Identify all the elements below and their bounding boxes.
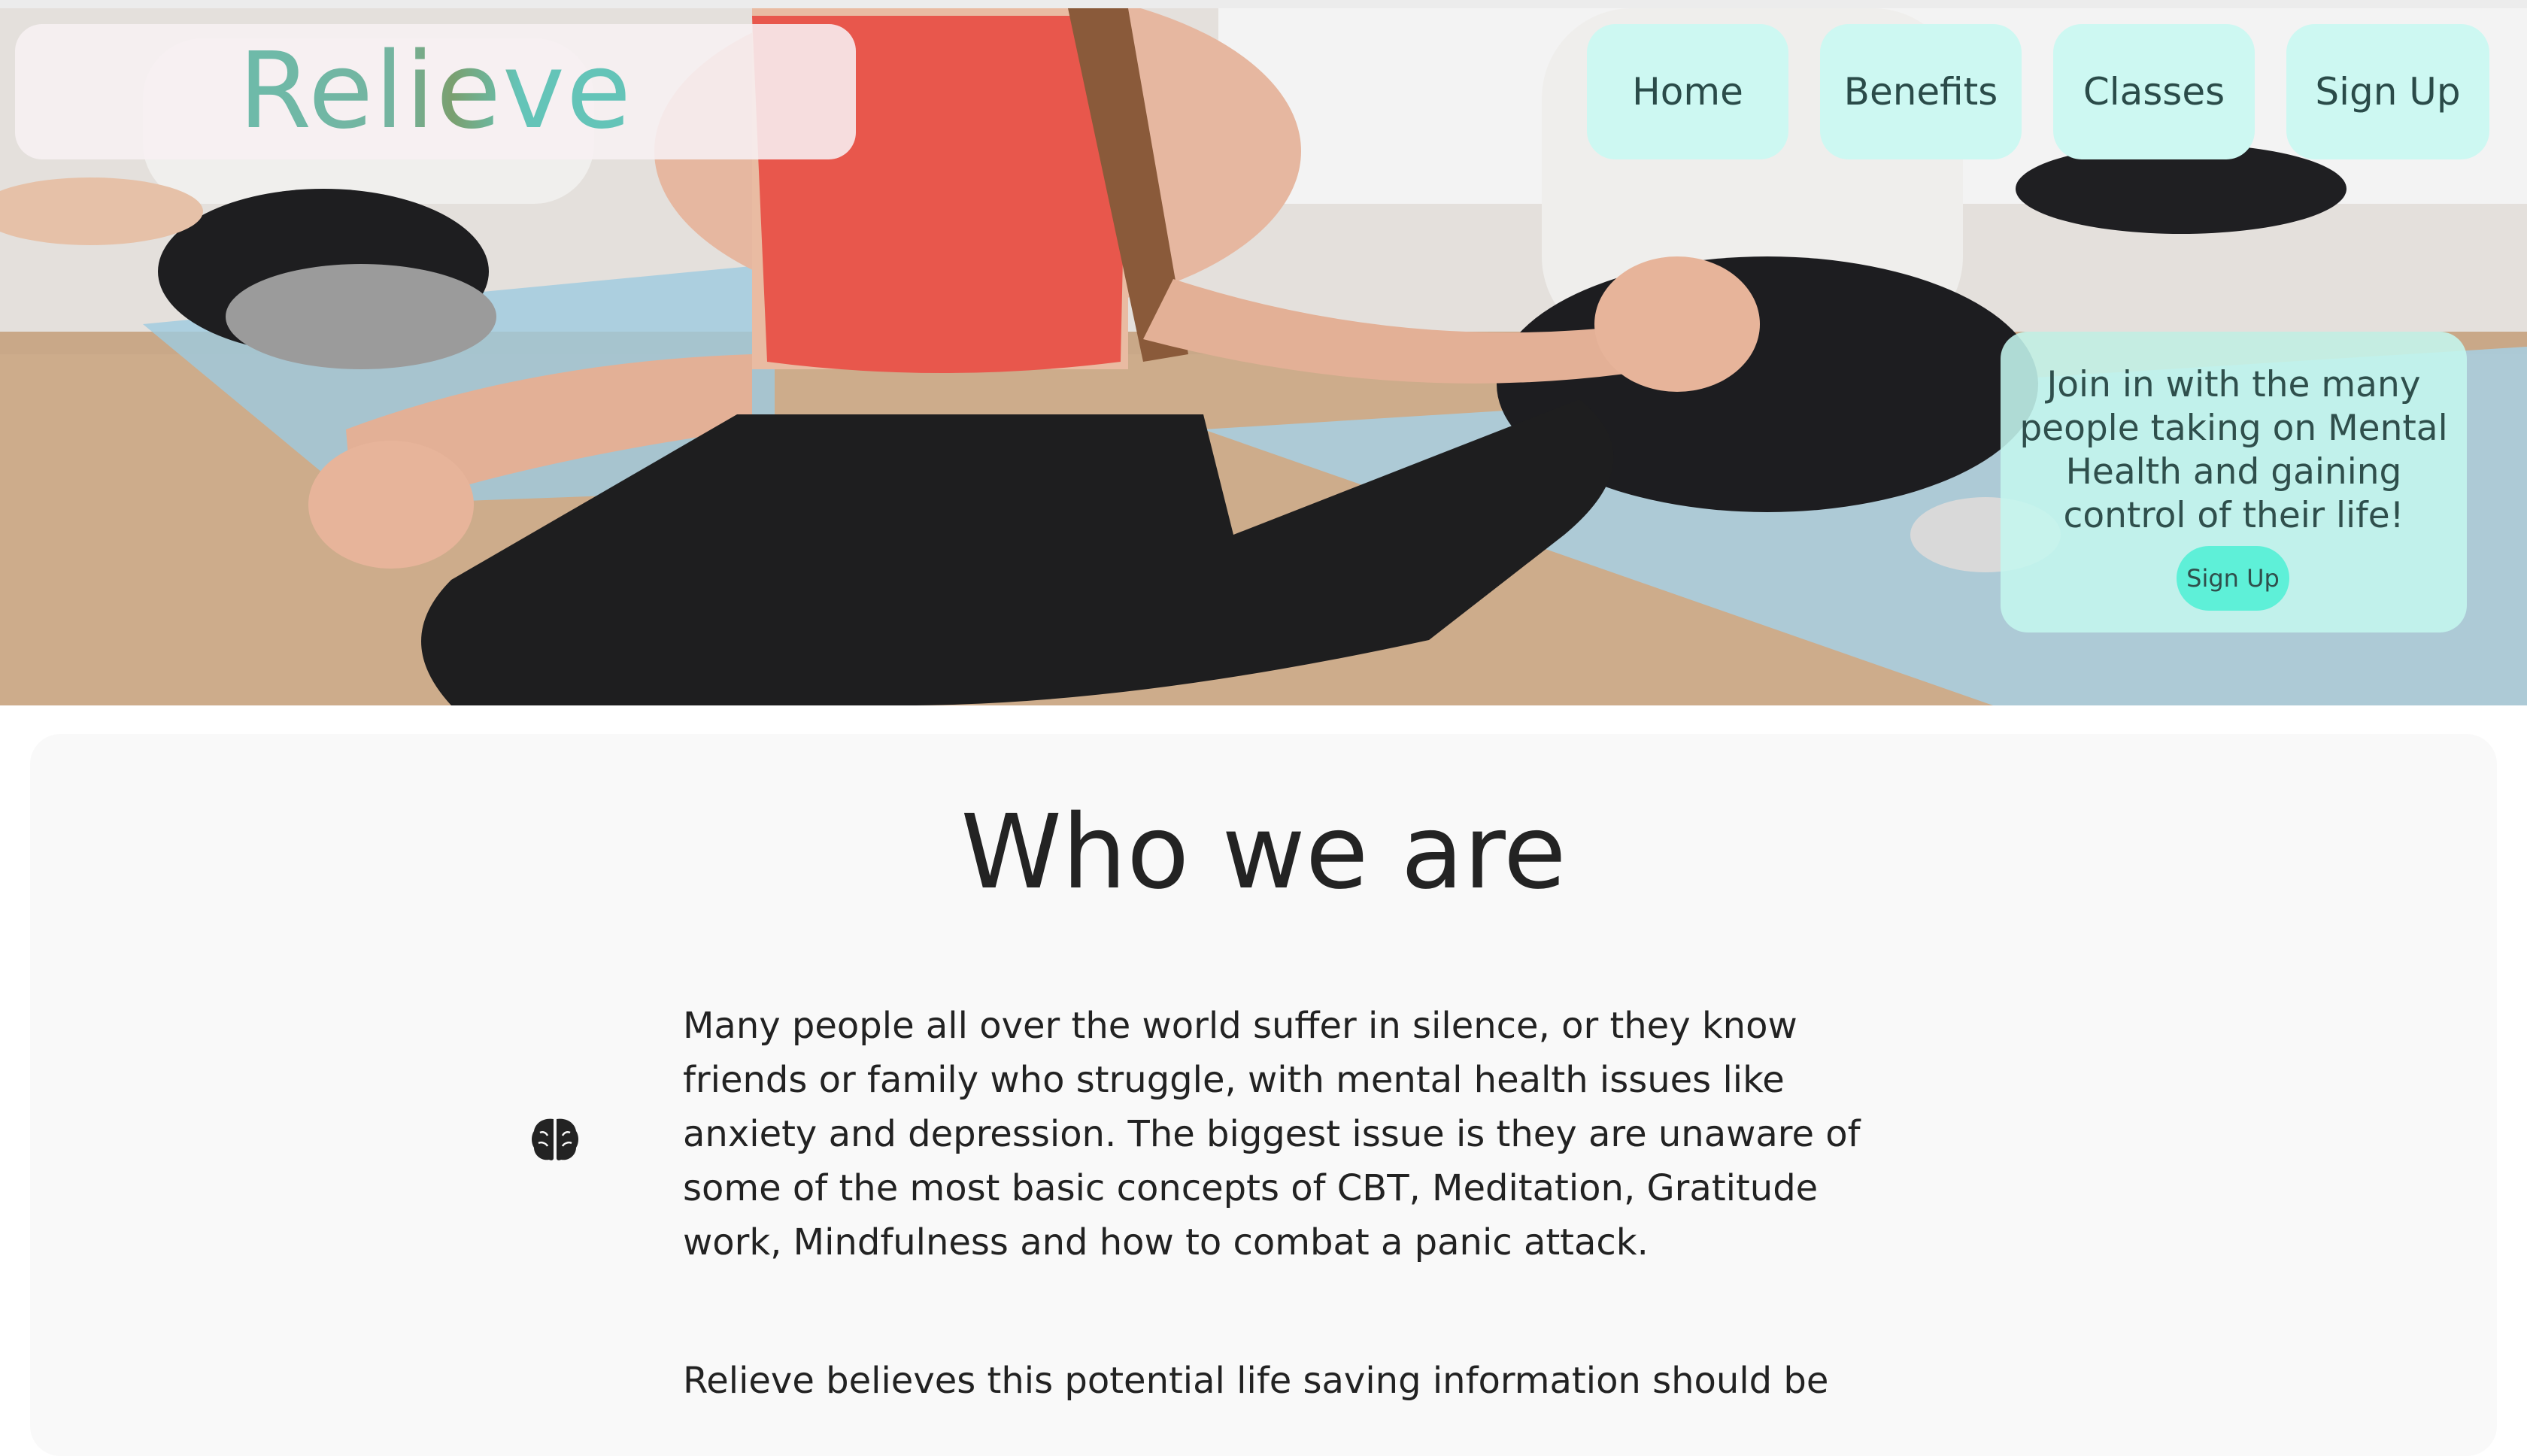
join-message: Join in with the many people taking on M… <box>2019 364 2448 536</box>
who-we-are-section: Who we are Many people all over the worl… <box>30 734 2497 1456</box>
hero-banner: Relieve Home Benefits Classes Sign Up Jo… <box>0 8 2527 705</box>
nav-classes-button[interactable]: Classes <box>2053 24 2255 159</box>
brain-icon <box>532 1118 578 1160</box>
join-signup-button[interactable]: Sign Up <box>2177 546 2289 611</box>
nav-signup-button[interactable]: Sign Up <box>2286 24 2489 159</box>
section-title: Who we are <box>960 793 1567 912</box>
about-paragraph-1: Many people all over the world suffer in… <box>683 1005 1861 1263</box>
nav-benefits-button[interactable]: Benefits <box>1820 24 2022 159</box>
about-paragraph-2: Relieve believes this potential life sav… <box>683 1360 1829 1402</box>
join-card: Join in with the many people taking on M… <box>2001 332 2467 632</box>
top-border <box>0 0 2527 8</box>
brand-logo[interactable]: Relieve <box>15 24 856 159</box>
brand-header: Relieve <box>15 24 856 159</box>
nav-home-button[interactable]: Home <box>1587 24 1788 159</box>
